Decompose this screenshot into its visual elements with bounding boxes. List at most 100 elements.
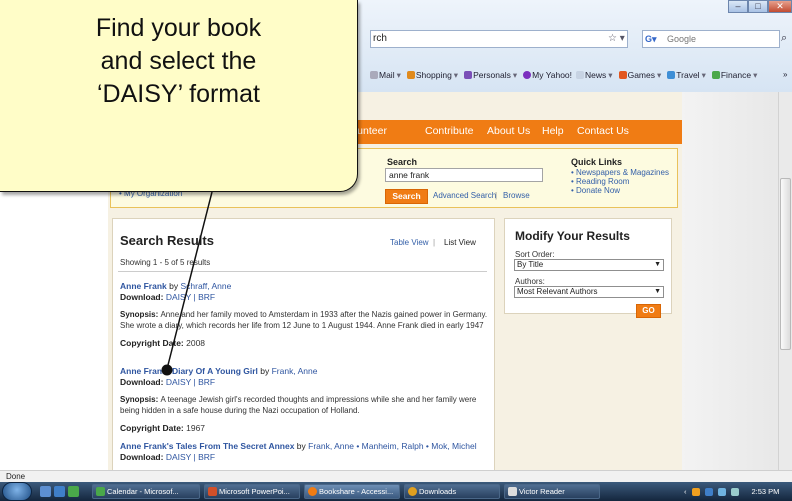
- address-text: rch: [373, 33, 387, 44]
- scrollbar-thumb[interactable]: [780, 178, 791, 350]
- dropdown-arrow-icon: ▼: [654, 261, 661, 268]
- task-bookshare[interactable]: Bookshare - Accessi...: [304, 484, 400, 499]
- quick-links-title: Quick Links: [571, 157, 623, 167]
- finance-icon: [711, 71, 720, 79]
- download-line: Download: DAISY | BRF: [120, 452, 216, 462]
- result-copyright: Copyright Date: 2008: [120, 338, 206, 348]
- mail-icon: [370, 71, 378, 79]
- result-author-link[interactable]: Schraff, Anne: [180, 281, 231, 291]
- maximize-button[interactable]: □: [748, 0, 768, 13]
- tray-network-icon[interactable]: [704, 487, 713, 496]
- victor-reader-icon: [508, 487, 517, 496]
- task-calendar[interactable]: Calendar - Microsof...: [92, 484, 200, 499]
- show-desktop-icon[interactable]: [40, 486, 51, 497]
- result-title-line: Anne Frank: Diary Of A Young Girl by Fra…: [120, 366, 318, 376]
- tray-sound-icon[interactable]: [730, 487, 739, 496]
- quick-link-reading-room[interactable]: • Reading Room: [571, 177, 629, 186]
- favorites-more-button[interactable]: »: [783, 70, 787, 79]
- instruction-callout: Find your book and select the ‘DAISY’ fo…: [0, 0, 358, 192]
- result-title-link[interactable]: Anne Frank: Diary Of A Young Girl: [120, 366, 258, 376]
- browser-icon: [308, 487, 317, 496]
- quick-link-newspapers[interactable]: • Newspapers & Magazines: [571, 168, 669, 177]
- shopping-icon: [406, 71, 415, 79]
- result-author-link[interactable]: Frank, Anne: [272, 366, 318, 376]
- nav-about-us[interactable]: About Us: [487, 125, 530, 137]
- favorite-games[interactable]: Games ▾: [618, 70, 664, 84]
- results-title: Search Results: [120, 233, 214, 248]
- ie-quicklaunch-icon[interactable]: [54, 486, 65, 497]
- page-background: [682, 92, 792, 470]
- travel-icon: [667, 71, 676, 79]
- favorite-personals[interactable]: Personals ▾: [464, 70, 519, 84]
- search-input[interactable]: anne frank: [385, 168, 543, 182]
- quick-link-donate[interactable]: • Donate Now: [571, 186, 620, 195]
- modify-results-panel: Modify Your Results Sort Order: By Title…: [504, 218, 672, 318]
- search-icon[interactable]: ⌕: [781, 32, 787, 45]
- app-quicklaunch-icon[interactable]: [68, 486, 79, 497]
- daisy-download-link[interactable]: DAISY: [166, 292, 191, 302]
- close-window-button[interactable]: ✕: [768, 0, 792, 13]
- address-bar[interactable]: rch: [370, 30, 628, 48]
- search-label: Search: [387, 157, 418, 167]
- go-button[interactable]: GO: [636, 304, 661, 318]
- browser-search-box[interactable]: G▾ Google: [642, 30, 780, 48]
- window-controls: – □ ✕: [728, 0, 792, 13]
- advanced-search-link[interactable]: Advanced Search: [433, 191, 496, 200]
- download-line: Download: DAISY | BRF: [120, 377, 216, 387]
- minimize-button[interactable]: –: [728, 0, 748, 13]
- link-separator: |: [495, 191, 498, 200]
- favorite-mail[interactable]: Mail ▾: [370, 70, 403, 84]
- favorite-shopping[interactable]: Shopping ▾: [406, 70, 460, 84]
- favorite-my-yahoo[interactable]: My Yahoo!: [523, 70, 572, 84]
- nav-contact-us[interactable]: Contact Us: [577, 125, 629, 137]
- search-engine-label: Google: [667, 34, 697, 44]
- table-view-link[interactable]: Table View: [390, 238, 429, 247]
- dropdown-arrow-icon: ▼: [654, 288, 661, 295]
- start-button[interactable]: [2, 482, 32, 501]
- authors-label: Authors:: [515, 277, 545, 286]
- status-bar: Done: [0, 470, 792, 482]
- task-downloads[interactable]: Downloads: [404, 484, 500, 499]
- tray-app-icon[interactable]: [691, 487, 700, 496]
- games-icon: [618, 71, 627, 79]
- result-title-link[interactable]: Anne Frank: [120, 281, 167, 291]
- daisy-download-link[interactable]: DAISY: [166, 452, 191, 462]
- brf-download-link[interactable]: BRF: [198, 377, 215, 387]
- result-item: Anne Frank's Tales From The Secret Annex…: [120, 441, 490, 463]
- divider: [118, 271, 487, 272]
- status-text: Done: [6, 472, 26, 481]
- news-icon: [576, 71, 585, 79]
- daisy-download-link[interactable]: DAISY: [166, 377, 191, 387]
- clock[interactable]: 2:53 PM: [752, 487, 780, 496]
- vertical-scrollbar[interactable]: [778, 92, 792, 470]
- result-title-link[interactable]: Anne Frank's Tales From The Secret Annex: [120, 441, 294, 451]
- tray-expand-icon[interactable]: ‹: [684, 487, 687, 496]
- sort-order-select[interactable]: By Title ▼: [514, 259, 664, 271]
- google-icon: G▾: [645, 34, 657, 44]
- task-victor-reader[interactable]: Victor Reader: [504, 484, 600, 499]
- nav-contribute[interactable]: Contribute: [425, 125, 473, 137]
- windows-taskbar: Calendar - Microsof... Microsoft PowerPo…: [0, 482, 792, 501]
- nav-help[interactable]: Help: [542, 125, 564, 137]
- powerpoint-icon: [208, 487, 217, 496]
- result-title-line: Anne Frank by Schraff, Anne: [120, 281, 232, 291]
- callout-line: and select the: [100, 47, 257, 75]
- favorite-news[interactable]: News ▾: [576, 70, 615, 84]
- favorite-star-icon[interactable]: ☆ ▾: [608, 33, 625, 44]
- brf-download-link[interactable]: BRF: [198, 452, 215, 462]
- tray-volume-icon[interactable]: [717, 487, 726, 496]
- result-copyright: Copyright Date: 1967: [120, 423, 206, 433]
- list-view-label: List View: [444, 238, 476, 247]
- download-line: Download: DAISY | BRF: [120, 292, 216, 302]
- result-item: Anne Frank: Diary Of A Young Girl by Fra…: [120, 366, 490, 433]
- search-button[interactable]: Search: [385, 189, 428, 204]
- brf-download-link[interactable]: BRF: [198, 292, 215, 302]
- authors-select[interactable]: Most Relevant Authors ▼: [514, 286, 664, 298]
- result-author-link[interactable]: Frank, Anne • Manheim, Ralph • Mok, Mich…: [308, 441, 476, 451]
- result-item: Anne Frank by Schraff, Anne Download: DA…: [120, 281, 490, 348]
- favorite-finance[interactable]: Finance ▾: [711, 70, 760, 84]
- favorite-travel[interactable]: Travel ▾: [667, 70, 708, 84]
- callout-line: Find your book: [95, 14, 262, 42]
- task-powerpoint[interactable]: Microsoft PowerPoi...: [204, 484, 300, 499]
- browse-link[interactable]: Browse: [503, 191, 530, 200]
